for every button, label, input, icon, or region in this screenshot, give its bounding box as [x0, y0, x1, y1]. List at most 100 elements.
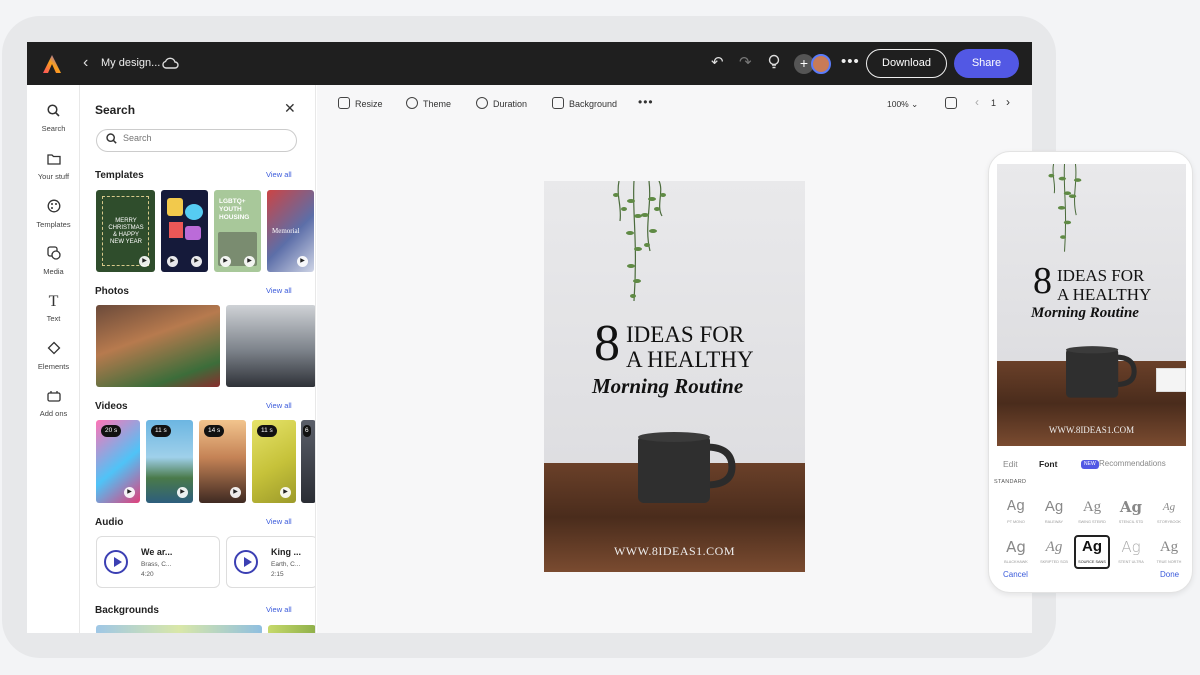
- background-tile[interactable]: [96, 625, 262, 633]
- font-option[interactable]: Ag STENT ULTRA: [1113, 537, 1149, 571]
- lightbulb-icon[interactable]: [768, 54, 780, 75]
- font-option[interactable]: Ag SKRIPTED SCB: [1036, 537, 1072, 571]
- font-sample: Ag: [1162, 501, 1176, 513]
- audio-card[interactable]: King ... Earth, C... 2:15: [226, 536, 315, 588]
- font-option[interactable]: Ag TRUE NORTH: [1151, 537, 1187, 571]
- share-button[interactable]: Share: [954, 49, 1019, 78]
- rail-item-search[interactable]: Search: [27, 103, 80, 133]
- design-url[interactable]: WWW.8IDEAS1.COM: [544, 544, 805, 559]
- script-subtitle[interactable]: Morning Routine: [592, 374, 743, 399]
- audio-duration: 4:20: [141, 571, 154, 578]
- theme-tool[interactable]: Theme: [406, 97, 451, 109]
- audio-card[interactable]: We ar... Brass, C... 4:20: [96, 536, 220, 588]
- new-badge: NEW: [1081, 460, 1099, 469]
- play-icon: ▶: [139, 256, 150, 267]
- photos-section-title: Photos: [95, 286, 129, 297]
- font-option[interactable]: Ag STENCIL STD: [1113, 497, 1149, 531]
- photo-tile[interactable]: [96, 305, 220, 387]
- search-input[interactable]: [123, 133, 283, 143]
- video-tile[interactable]: 20 s ▶: [96, 420, 140, 503]
- font-option[interactable]: Ag BLACKHAWK: [998, 537, 1034, 571]
- document-name[interactable]: My design...: [101, 57, 160, 69]
- search-input-box[interactable]: [96, 129, 297, 152]
- font-option[interactable]: Ag STORYBOOK: [1151, 497, 1187, 531]
- rail-label: Templates: [36, 220, 71, 229]
- rail-item-your-stuff[interactable]: Your stuff: [27, 151, 80, 181]
- font-sample: Ag: [1119, 498, 1143, 516]
- template-tile[interactable]: MERRY CHRISTMAS & HAPPY NEW YEAR ▶: [96, 190, 155, 272]
- template-caption: Memorial: [272, 227, 300, 235]
- redo-icon[interactable]: ↷: [739, 54, 752, 72]
- play-button-icon[interactable]: [104, 550, 128, 574]
- close-icon[interactable]: ✕: [284, 100, 296, 117]
- font-sample: Ag: [1121, 538, 1141, 556]
- tab-edit[interactable]: Edit: [1003, 459, 1018, 469]
- resize-icon: [338, 97, 350, 109]
- done-button[interactable]: Done: [1160, 570, 1179, 579]
- play-button-icon[interactable]: [234, 550, 258, 574]
- background-tile[interactable]: [268, 625, 315, 633]
- hanging-plant-illustration: [613, 181, 666, 302]
- design-canvas[interactable]: 8 IDEAS FOR A HEALTHY Morning Routine WW…: [544, 181, 805, 572]
- video-tile[interactable]: 6: [301, 420, 315, 503]
- backgrounds-section-title: Backgrounds: [95, 605, 159, 616]
- zoom-control[interactable]: 100% ⌄: [887, 99, 918, 110]
- rail-item-text[interactable]: T Text: [27, 293, 80, 323]
- pages-icon[interactable]: [945, 97, 957, 109]
- video-tile[interactable]: 14 s ▶: [199, 420, 246, 503]
- duration-badge: 6: [303, 425, 311, 437]
- duration-badge: 14 s: [204, 425, 225, 437]
- background-tool[interactable]: Background: [552, 97, 617, 109]
- phone-headline-line1: IDEAS FOR: [1057, 266, 1145, 285]
- phone-headline-number: 8: [1033, 260, 1052, 302]
- photo-tile[interactable]: [226, 305, 315, 387]
- videos-section-title: Videos: [95, 401, 128, 412]
- theme-label: Theme: [423, 99, 452, 109]
- backgrounds-view-all-link[interactable]: View all: [266, 605, 292, 614]
- videos-view-all-link[interactable]: View all: [266, 401, 292, 410]
- templates-view-all-link[interactable]: View all: [266, 170, 292, 179]
- palette-icon: [27, 199, 80, 217]
- cancel-button[interactable]: Cancel: [1003, 570, 1028, 579]
- photos-view-all-link[interactable]: View all: [266, 286, 292, 295]
- template-caption: LGBTQ+ YOUTH HOUSING: [219, 198, 250, 221]
- font-name: SOURCE SANS: [1078, 560, 1106, 564]
- duration-badge: 20 s: [101, 425, 122, 437]
- font-option-selected[interactable]: Ag SOURCE SANS: [1074, 535, 1110, 569]
- font-sample: Ag: [1082, 538, 1102, 555]
- back-chevron-icon[interactable]: ‹: [83, 54, 88, 72]
- font-option[interactable]: Ag SWING STEIRD: [1074, 497, 1110, 531]
- font-name: SKRIPTED SCB: [1040, 560, 1068, 564]
- template-tile[interactable]: ▶ ▶: [161, 190, 208, 272]
- adobe-express-logo-icon[interactable]: [41, 53, 63, 75]
- rail-label: Media: [43, 267, 64, 276]
- phone-design-canvas[interactable]: 8 IDEAS FOR A HEALTHY Morning Routine WW…: [997, 164, 1186, 446]
- headline-number: 8: [594, 315, 620, 372]
- prev-page-icon[interactable]: ‹: [975, 95, 979, 109]
- tab-recommendations[interactable]: Recommendations: [1099, 459, 1166, 468]
- rail-item-templates[interactable]: Templates: [27, 199, 80, 229]
- download-button[interactable]: Download: [866, 49, 947, 78]
- undo-icon[interactable]: ↶: [711, 54, 724, 72]
- template-tile[interactable]: Memorial ▶: [267, 190, 314, 272]
- rail-item-media[interactable]: Media: [27, 246, 80, 276]
- more-tools-icon[interactable]: •••: [638, 95, 654, 109]
- resize-tool[interactable]: Resize: [338, 97, 383, 109]
- standard-label: STANDARD: [994, 479, 1027, 485]
- font-option[interactable]: Ag RALEWAY: [1036, 497, 1072, 531]
- rail-item-elements[interactable]: Elements: [27, 341, 80, 371]
- font-option[interactable]: Ag PT MONO: [998, 497, 1034, 531]
- zoom-value: 100%: [887, 99, 909, 109]
- user-avatar[interactable]: [811, 54, 831, 74]
- font-sample: Ag: [1006, 498, 1025, 515]
- duration-tool[interactable]: Duration: [476, 97, 527, 109]
- template-tile[interactable]: LGBTQ+ YOUTH HOUSING ▶ ▶: [214, 190, 261, 272]
- tab-font[interactable]: Font: [1039, 459, 1057, 469]
- more-options-icon[interactable]: •••: [841, 53, 860, 70]
- next-page-icon[interactable]: ›: [1006, 95, 1010, 109]
- rail-item-add-ons[interactable]: Add ons: [27, 388, 80, 418]
- play-icon: ▶: [167, 256, 178, 267]
- video-tile[interactable]: 11 s ▶: [146, 420, 193, 503]
- video-tile[interactable]: 11 s ▶: [252, 420, 296, 503]
- audio-view-all-link[interactable]: View all: [266, 517, 292, 526]
